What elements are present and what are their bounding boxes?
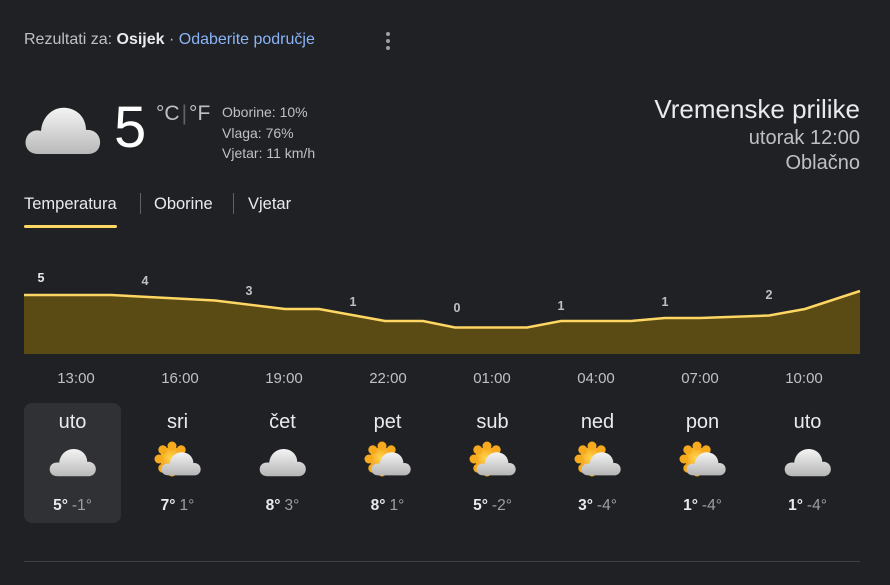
weather-summary: Vremenske prilike utorak 12:00 Oblačno (654, 92, 860, 176)
day-card[interactable]: pon 1° -4° (654, 403, 751, 523)
day-temps: 8° 3° (234, 497, 331, 515)
day-temps: 5° -2° (444, 497, 541, 515)
day-low: -4° (806, 497, 827, 514)
day-high: 1° (788, 497, 803, 514)
celsius-unit[interactable]: °C (156, 102, 180, 125)
day-card[interactable]: čet 8° 3° (234, 403, 331, 523)
day-name: sub (476, 411, 509, 433)
weather-datetime: utorak 12:00 (748, 127, 860, 149)
chart-value-label: 0 (454, 301, 461, 315)
header-separator: · (168, 31, 175, 48)
time-tick-label: 22:00 (369, 370, 407, 387)
time-tick-label: 10:00 (785, 370, 823, 387)
bottom-divider (24, 561, 860, 562)
chart-value-label: 5 (38, 271, 45, 285)
temperature-area (24, 291, 860, 354)
day-high: 5° (473, 497, 488, 514)
chart-value-label: 2 (766, 288, 773, 302)
time-tick-label: 07:00 (681, 370, 719, 387)
day-low: 3° (284, 497, 300, 514)
wind-value: Vjetar: 11 km/h (222, 145, 316, 161)
tab-temperature[interactable]: Temperatura (24, 192, 117, 228)
humidity-value: Vlaga: 76% (222, 124, 294, 141)
location-name: Osijek (116, 31, 165, 48)
day-card[interactable]: ned 3° -4° (549, 403, 646, 523)
cloud-icon (48, 440, 98, 486)
change-area-link[interactable]: Odaberite područje (179, 31, 315, 48)
day-name: ned (580, 411, 615, 433)
day-temps: 1° -4° (759, 497, 856, 515)
weather-condition: Oblačno (785, 152, 861, 174)
current-details: Oborine: 10% Vlaga: 76% Vjetar: 11 km/h (222, 102, 315, 164)
day-low: 1° (389, 497, 405, 514)
weather-title: Vremenske prilike (654, 94, 860, 124)
tab-wind[interactable]: Vjetar (248, 192, 291, 228)
time-axis: 13:00 16:00 19:00 22:00 01:00 04:00 07:00 10:00 (0, 370, 890, 390)
tab-divider (140, 193, 141, 214)
day-name: pon (685, 411, 720, 433)
precipitation-value: Oborine: 10% (222, 104, 308, 120)
day-temps: 7° 1° (129, 497, 226, 515)
temperature-chart: 5 4 3 1 0 1 1 2 (24, 271, 861, 354)
partly-cloudy-icon (678, 440, 728, 486)
time-tick-label: 19:00 (265, 370, 303, 387)
day-name: sri (166, 411, 189, 433)
cloud-icon (783, 440, 833, 486)
chart-value-label: 1 (350, 295, 357, 309)
chart-value-label: 1 (662, 295, 669, 309)
partly-cloudy-icon (153, 440, 203, 486)
day-low: -4° (596, 497, 617, 514)
unit-toggle: °C|°F (156, 102, 210, 126)
time-tick-label: 16:00 (161, 370, 199, 387)
day-temps: 5° -1° (24, 497, 121, 515)
day-temps: 3° -4° (549, 497, 646, 515)
day-name: pet (373, 411, 402, 433)
day-name: uto (793, 411, 822, 433)
day-low: -1° (71, 497, 92, 514)
day-low: -2° (491, 497, 512, 514)
unit-separator: | (181, 102, 188, 125)
day-high: 3° (578, 497, 593, 514)
day-high: 8° (265, 497, 281, 514)
cloud-icon (258, 440, 308, 486)
day-name: uto (58, 411, 87, 433)
time-tick-label: 01:00 (473, 370, 511, 387)
day-low: -4° (701, 497, 722, 514)
day-high: 1° (683, 497, 698, 514)
time-tick-label: 04:00 (577, 370, 615, 387)
partly-cloudy-icon (468, 440, 518, 486)
partly-cloudy-icon (573, 440, 623, 486)
day-temps: 8° 1° (339, 497, 436, 515)
results-for-label: Rezultati za: (24, 31, 113, 48)
search-header: Rezultati za: Osijek · Odaberite područj… (24, 31, 315, 49)
day-card[interactable]: sri 7° 1° (129, 403, 226, 523)
current-weather-cloud-icon (24, 100, 102, 163)
chart-value-label: 1 (558, 299, 565, 313)
day-high: 7° (160, 497, 176, 514)
chart-value-label: 3 (246, 284, 253, 298)
partly-cloudy-icon (363, 440, 413, 486)
day-low: 1° (179, 497, 195, 514)
day-card[interactable]: sub 5° -2° (444, 403, 541, 523)
day-name: čet (269, 411, 296, 433)
time-tick-label: 13:00 (57, 370, 95, 387)
chart-value-label: 4 (142, 274, 149, 288)
current-temperature: 5 (114, 95, 147, 160)
day-card[interactable]: uto 1° -4° (759, 403, 856, 523)
day-temps: 1° -4° (654, 497, 751, 515)
tab-precipitation[interactable]: Oborine (154, 192, 213, 228)
tab-divider (233, 193, 234, 214)
more-options-icon[interactable] (380, 30, 396, 52)
fahrenheit-unit[interactable]: °F (189, 102, 210, 125)
day-card[interactable]: pet 8° 1° (339, 403, 436, 523)
day-high: 5° (53, 497, 68, 514)
day-card[interactable]: uto 5° -1° (24, 403, 121, 523)
day-high: 8° (370, 497, 386, 514)
